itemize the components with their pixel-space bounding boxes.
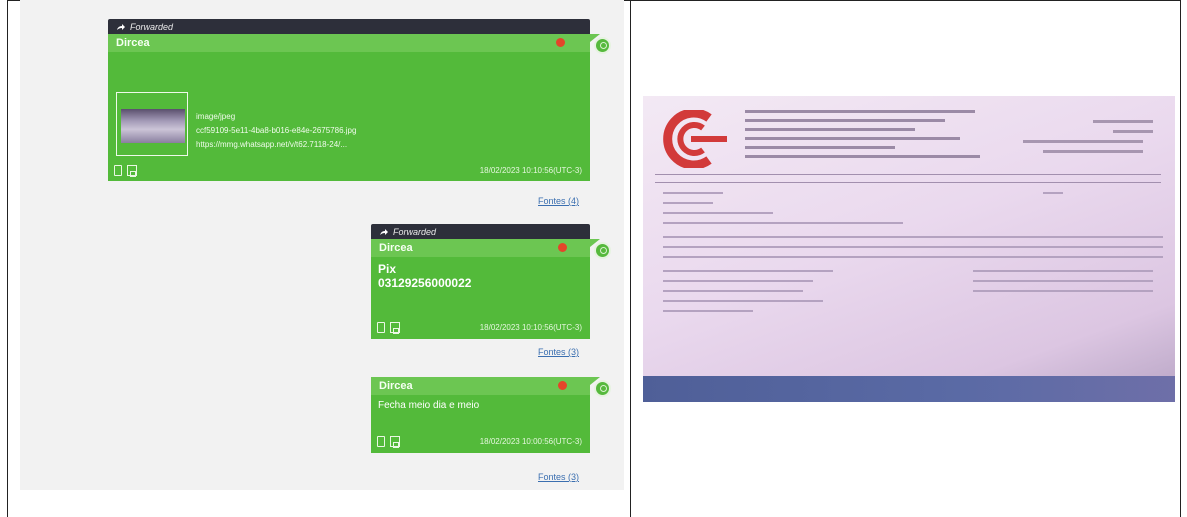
- message-footer: 18/02/2023 10:00:56(UTC-3): [371, 433, 590, 449]
- document-line: [663, 310, 753, 312]
- sender-name: Dircea: [108, 34, 590, 52]
- document-header-right: [1023, 120, 1153, 160]
- message-text: Dircea Fecha meio dia e meio 18/02/2023 …: [371, 377, 590, 453]
- attachment-thumbnail[interactable]: [121, 109, 185, 143]
- fontes-link[interactable]: Fontes (3): [538, 472, 579, 482]
- fontes-link[interactable]: Fontes (3): [538, 347, 579, 357]
- avatar-icon: [594, 242, 611, 259]
- attachment-thumbnail-frame[interactable]: [116, 92, 188, 156]
- message-text-line2: 03129256000022: [378, 276, 472, 290]
- document-line: [663, 246, 1163, 248]
- company-logo-icon: [663, 110, 727, 168]
- save-icon[interactable]: [390, 435, 400, 448]
- message-forwarded-pix: Forwarded Dircea Pix 03129256000022 18/0…: [371, 224, 590, 339]
- status-dot-icon: [556, 38, 565, 47]
- status-dot-icon: [558, 381, 567, 390]
- document-line: [973, 280, 1153, 282]
- document-line: [973, 270, 1153, 272]
- save-icon[interactable]: [390, 321, 400, 334]
- document-rule: [655, 174, 1161, 175]
- forward-icon: [380, 228, 388, 235]
- message-text: Fecha meio dia e meio: [378, 400, 480, 411]
- message-bubble: Dircea Pix 03129256000022 18/02/2023 10:…: [371, 239, 590, 339]
- screen-taskbar: [643, 376, 1175, 402]
- message-text-line1: Pix: [378, 262, 397, 276]
- forwarded-label: Forwarded: [393, 226, 437, 237]
- message-bubble: Dircea image/jpeg ccf59109-5e11-4ba8-b01…: [108, 34, 590, 181]
- table-border-divider: [630, 0, 631, 517]
- document-line: [663, 236, 1163, 238]
- document-line: [973, 290, 1153, 292]
- evidence-frame: Forwarded Dircea image/jpeg ccf59109-5e1…: [0, 0, 1187, 517]
- document-rule: [655, 182, 1161, 183]
- attachment-id: ccf59109-5e11-4ba8-b016-e84e-2675786.jpg: [196, 126, 357, 135]
- document-icon[interactable]: [377, 435, 385, 447]
- document-line: [663, 270, 833, 272]
- forwarded-label: Forwarded: [130, 21, 174, 32]
- document-line: [663, 212, 773, 214]
- fontes-link[interactable]: Fontes (4): [538, 196, 579, 206]
- message-timestamp: 18/02/2023 10:10:56(UTC-3): [479, 165, 582, 175]
- message-timestamp: 18/02/2023 10:00:56(UTC-3): [479, 436, 582, 446]
- table-border-right: [1180, 0, 1181, 517]
- document-icon[interactable]: [377, 321, 385, 333]
- table-border-left: [7, 0, 8, 517]
- document-line: [1043, 192, 1063, 194]
- message-forwarded-image: Forwarded Dircea image/jpeg ccf59109-5e1…: [108, 19, 590, 181]
- document-line: [663, 202, 713, 204]
- attachment-filename: image/jpeg: [196, 112, 236, 121]
- message-bubble: Dircea Fecha meio dia e meio 18/02/2023 …: [371, 377, 590, 453]
- document-line: [663, 300, 823, 302]
- save-icon[interactable]: [127, 164, 137, 177]
- forwarded-bar: Forwarded: [108, 19, 590, 34]
- document-line: [663, 256, 1163, 258]
- message-footer: 18/02/2023 10:10:56(UTC-3): [371, 319, 590, 335]
- document-line: [663, 222, 903, 224]
- document-photo: [643, 96, 1175, 402]
- document-icon[interactable]: [114, 164, 122, 176]
- document-line: [663, 280, 813, 282]
- message-timestamp: 18/02/2023 10:10:56(UTC-3): [479, 322, 582, 332]
- avatar-icon: [594, 380, 611, 397]
- message-footer: 18/02/2023 10:10:56(UTC-3): [108, 162, 590, 178]
- forwarded-bar: Forwarded: [371, 224, 590, 239]
- chat-panel: Forwarded Dircea image/jpeg ccf59109-5e1…: [20, 0, 624, 490]
- avatar-icon: [594, 37, 611, 54]
- attachment-url[interactable]: https://mmg.whatsapp.net/v/t62.7118-24/.…: [196, 140, 576, 149]
- document-line: [663, 290, 803, 292]
- status-dot-icon: [558, 243, 567, 252]
- forward-icon: [117, 23, 125, 30]
- document-line: [663, 192, 723, 194]
- document-header-text: [745, 110, 985, 164]
